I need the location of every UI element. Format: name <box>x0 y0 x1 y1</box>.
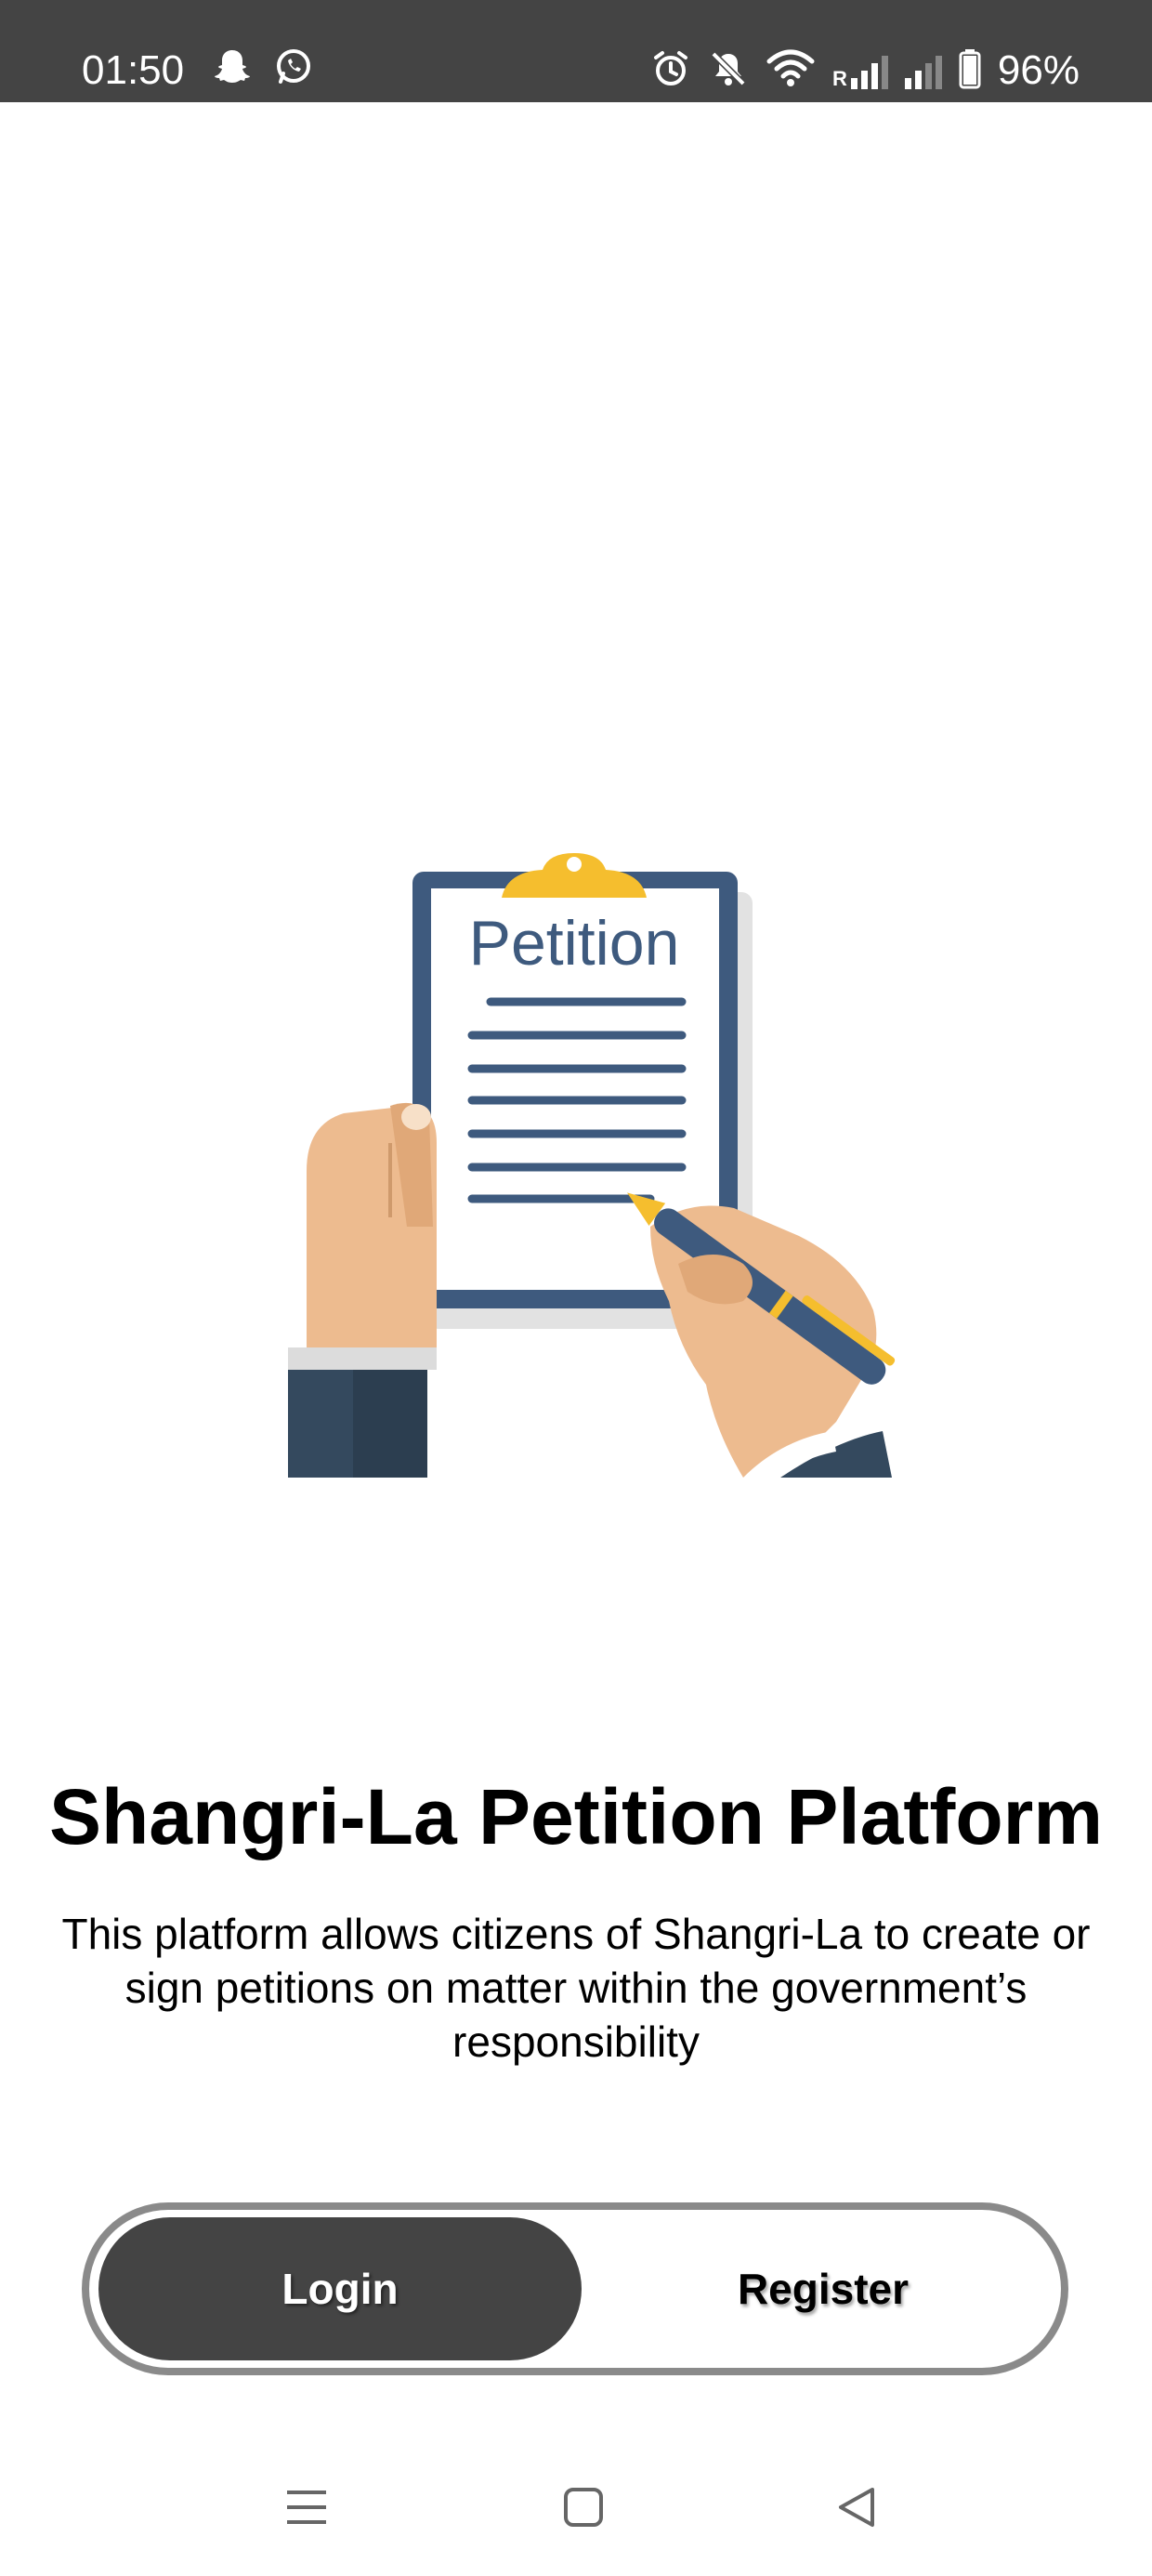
signal-roaming-icon: R <box>832 52 888 89</box>
login-button[interactable]: Login <box>98 2217 582 2360</box>
status-bar: 01:50 R 96% <box>0 0 1152 102</box>
battery-percent: 96% <box>997 47 1080 93</box>
left-hand <box>288 1102 437 1478</box>
alarm-icon <box>650 48 691 94</box>
back-icon <box>835 2486 878 2533</box>
recent-apps-icon <box>283 2487 330 2532</box>
clipboard-label: Petition <box>469 908 680 979</box>
mute-icon <box>708 48 749 94</box>
snapchat-icon <box>212 46 253 92</box>
battery-icon <box>959 48 981 94</box>
page-title: Shangri-La Petition Platform <box>48 1773 1104 1860</box>
status-system-icons: R 96% <box>650 41 1080 100</box>
whatsapp-icon <box>273 46 314 92</box>
register-button[interactable]: Register <box>591 2217 1055 2360</box>
petition-illustration: Petition <box>279 827 948 1496</box>
back-button[interactable] <box>819 2472 894 2546</box>
platform-description: This platform allows citizens of Shangri… <box>61 1910 1091 2066</box>
signal-icon <box>904 52 942 89</box>
home-button[interactable] <box>546 2472 621 2546</box>
system-nav-bar <box>0 2453 1152 2565</box>
auth-toggle: Login Register <box>82 2202 1068 2375</box>
status-notification-icons <box>212 46 314 92</box>
home-icon <box>562 2486 605 2533</box>
recent-apps-button[interactable] <box>269 2472 344 2546</box>
status-time: 01:50 <box>82 47 185 93</box>
roaming-label: R <box>832 67 847 90</box>
petition-text-lines <box>467 997 687 1203</box>
wifi-icon <box>766 48 816 94</box>
